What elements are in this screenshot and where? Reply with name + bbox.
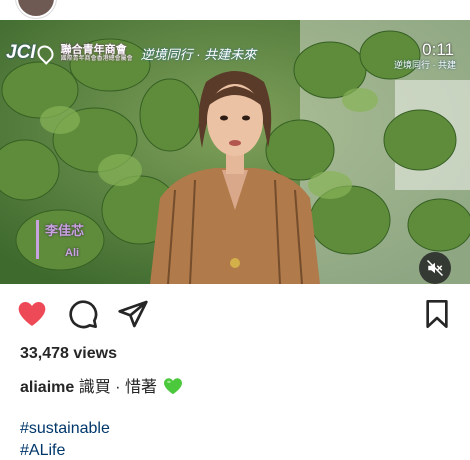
- organisation-name: 聯合青年商會 國際青年商會香港總會屬會: [61, 44, 133, 63]
- location-pin-icon: [33, 41, 57, 65]
- post-actions: [0, 284, 470, 344]
- comment-icon[interactable]: [67, 298, 99, 330]
- video-timer: 0:11: [422, 40, 454, 59]
- video-badge: 逆境同行 · 共建: [394, 60, 456, 70]
- jci-logo: JCI 聯合青年商會 國際青年商會香港總會屬會 逆境同行 · 共建未來: [6, 41, 257, 65]
- caption-username[interactable]: aliaime: [20, 379, 74, 396]
- video-player[interactable]: JCI 聯合青年商會 國際青年商會香港總會屬會 逆境同行 · 共建未來 0:11…: [0, 20, 470, 284]
- speaker-muted-icon: [426, 259, 444, 277]
- bookmark-icon[interactable]: [421, 298, 453, 330]
- organisation-subtitle: 國際青年商會香港總會屬會: [60, 55, 133, 62]
- event-logo: 逆境同行 · 共建未來: [140, 46, 257, 62]
- send-icon[interactable]: [117, 298, 149, 330]
- top-strip: [0, 0, 470, 20]
- hashtag-link[interactable]: #sustainable: [20, 420, 110, 438]
- hashtag-link[interactable]: #ALife: [20, 442, 65, 460]
- jci-logo-text: JCI: [6, 42, 36, 63]
- green-heart-icon: [164, 378, 183, 395]
- heart-filled-icon[interactable]: [16, 298, 48, 330]
- organisation-name-zh: 聯合青年商會: [60, 43, 127, 56]
- mute-button[interactable]: [419, 252, 451, 284]
- speaker-name-en: Ali: [65, 247, 80, 259]
- post-caption: aliaime 識買 · 惜著: [20, 373, 183, 397]
- speaker-name-tag: 李佳芯 Ali: [36, 220, 84, 259]
- view-count: 33,478 views: [20, 345, 117, 362]
- speaker-name-zh: 李佳芯: [45, 223, 85, 238]
- caption-text: 識買 · 惜著: [78, 379, 157, 396]
- avatar[interactable]: [16, 0, 56, 18]
